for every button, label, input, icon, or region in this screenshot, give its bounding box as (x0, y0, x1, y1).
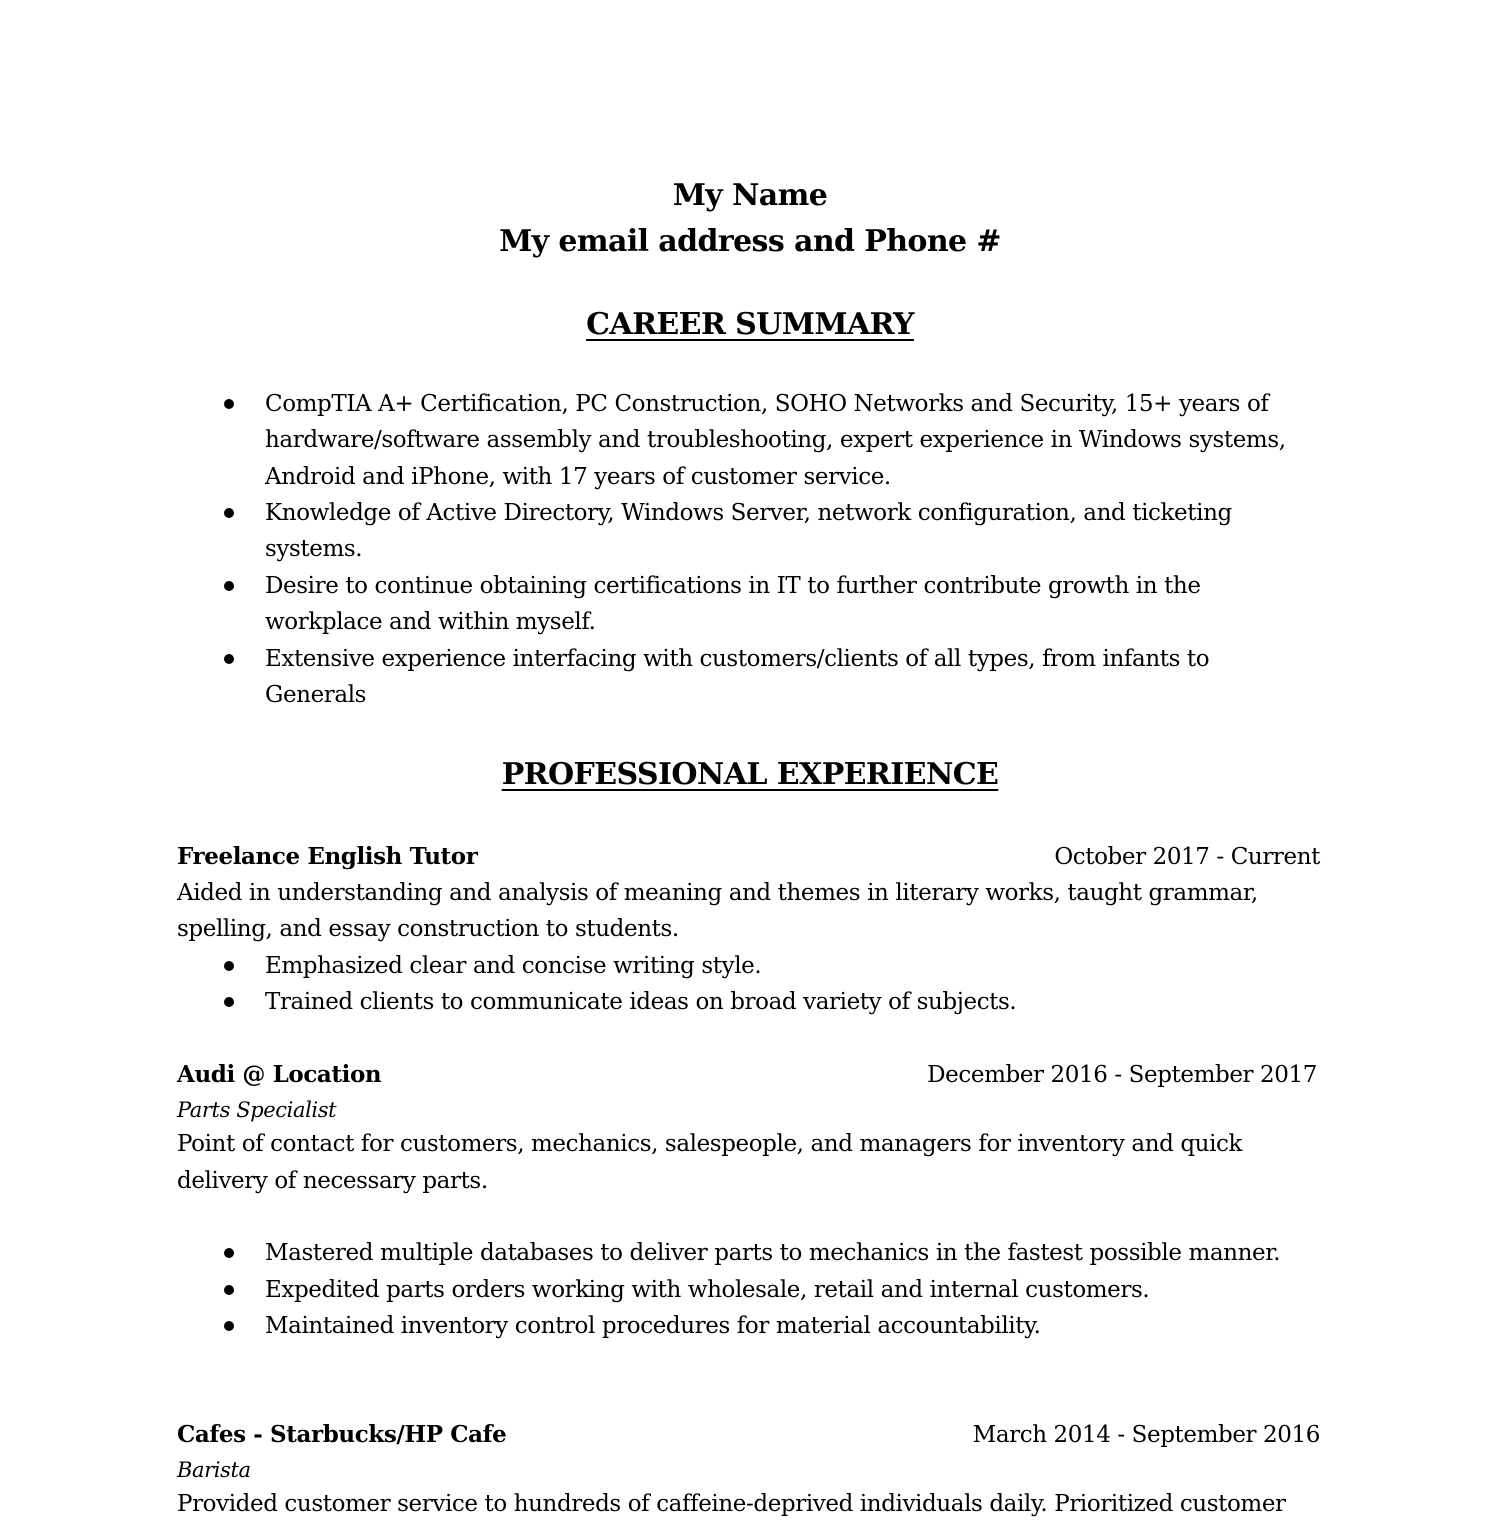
job-1-dates: October 2017 - Current (1054, 844, 1320, 870)
job-2-bullet-2: Expedited parts orders working with whol… (265, 1277, 1150, 1303)
bullet-icon (224, 997, 234, 1007)
job-2-description-line-2: delivery of necessary parts. (177, 1168, 488, 1194)
bullet-icon (224, 654, 234, 664)
resume-contact: My email address and Phone # (499, 224, 1001, 259)
job-2-title: Parts Specialist (177, 1098, 337, 1122)
job-3-title: Barista (177, 1458, 251, 1482)
job-2-employer: Audi @ Location (177, 1061, 382, 1088)
bullet-icon (224, 581, 234, 591)
job-1-description-line-2: spelling, and essay construction to stud… (177, 916, 679, 942)
summary-bullet-3-line-1: Desire to continue obtaining certificati… (265, 573, 1201, 599)
career-summary-heading-text: CAREER SUMMARY (586, 307, 914, 342)
career-summary-heading: CAREER SUMMARY (0, 307, 1500, 342)
job-3-description-line-1: Provided customer service to hundreds of… (177, 1491, 1286, 1517)
summary-bullet-1-line-1: CompTIA A+ Certification, PC Constructio… (265, 391, 1269, 417)
job-1-bullet-2: Trained clients to communicate ideas on … (265, 989, 1017, 1015)
summary-bullet-4-line-2: Generals (265, 682, 367, 708)
job-3-employer: Cafes - Starbucks/HP Cafe (177, 1421, 507, 1448)
job-2-description-line-1: Point of contact for customers, mechanic… (177, 1131, 1243, 1157)
summary-bullet-1-line-3: Android and iPhone, with 17 years of cus… (265, 464, 891, 490)
bullet-icon (224, 399, 234, 409)
job-1-employer: Freelance English Tutor (177, 843, 478, 870)
bullet-icon (224, 508, 234, 518)
summary-bullet-2-line-2: systems. (265, 536, 363, 562)
resume-name: My Name (672, 178, 828, 213)
bullet-icon (224, 1321, 234, 1331)
bullet-icon (224, 1248, 234, 1258)
summary-bullet-2-line-1: Knowledge of Active Directory, Windows S… (265, 500, 1232, 526)
job-3-dates: March 2014 - September 2016 (972, 1422, 1321, 1448)
job-1-bullet-1: Emphasized clear and concise writing sty… (265, 953, 762, 979)
job-2-bullet-3: Maintained inventory control procedures … (265, 1313, 1041, 1339)
job-2-bullet-1: Mastered multiple databases to deliver p… (265, 1240, 1281, 1266)
summary-bullet-1-line-2: hardware/software assembly and troublesh… (265, 427, 1286, 453)
summary-bullet-3-line-2: workplace and within myself. (265, 609, 596, 635)
bullet-icon (224, 1285, 234, 1295)
resume-page: My Name My email address and Phone # CAR… (0, 0, 1500, 1517)
job-1-description-line-1: Aided in understanding and analysis of m… (177, 880, 1258, 906)
professional-experience-heading-text: PROFESSIONAL EXPERIENCE (501, 757, 999, 792)
professional-experience-heading: PROFESSIONAL EXPERIENCE (0, 757, 1500, 792)
job-2-dates: December 2016 - September 2017 (927, 1062, 1317, 1088)
bullet-icon (224, 961, 234, 971)
summary-bullet-4-line-1: Extensive experience interfacing with cu… (265, 646, 1210, 672)
